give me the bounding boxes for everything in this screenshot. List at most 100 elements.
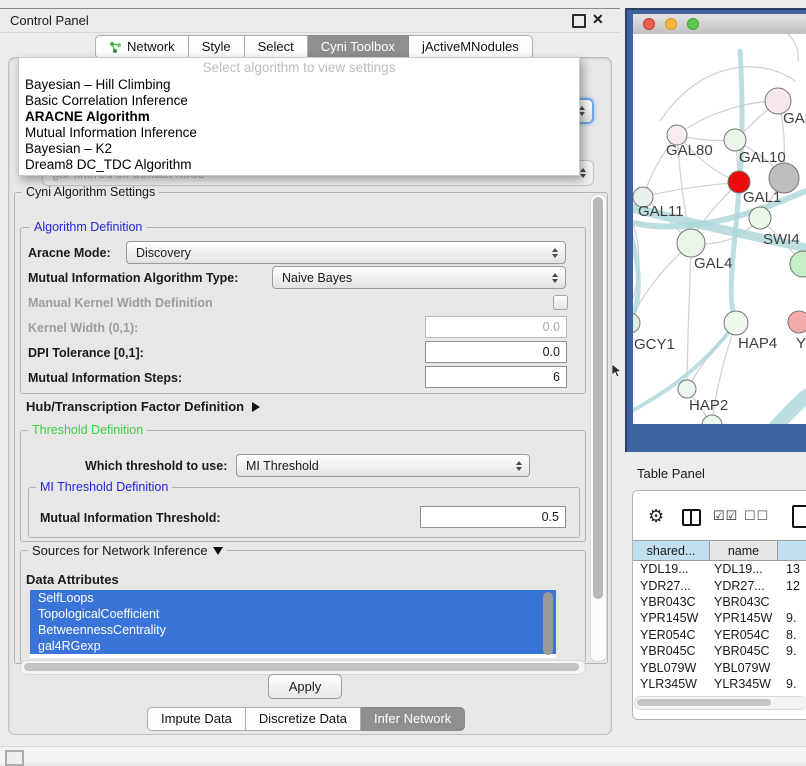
table-row[interactable]: YER054CYER054C8.	[633, 627, 806, 643]
table-row[interactable]: YLR345WYLR345W9.	[633, 676, 806, 692]
data-attribute-item[interactable]: BetweennessCentrality	[30, 622, 556, 638]
network-edge[interactable]	[677, 101, 778, 135]
tab-select[interactable]: Select	[245, 35, 308, 59]
network-canvas[interactable]: GALGAL80GAL10GAL1GAL11SWI4GAL4GCY1HAP4YH…	[633, 34, 806, 424]
minimize-traffic-icon[interactable]	[665, 18, 677, 30]
zoom-traffic-icon[interactable]	[687, 18, 699, 30]
algorithm-option[interactable]: Basic Correlation Inference	[19, 93, 579, 109]
table-row[interactable]: YBL079WYBL079W	[633, 659, 806, 675]
network-node-label: HAP4	[738, 335, 777, 352]
network-node[interactable]	[769, 163, 799, 193]
data-attributes-list[interactable]: SelfLoopsTopologicalCoefficientBetweenne…	[30, 590, 556, 658]
data-attribute-item[interactable]: SelfLoops	[30, 590, 556, 606]
mi-type-combo[interactable]: Naive Bayes	[272, 266, 566, 289]
algorithm-option[interactable]: ARACNE Algorithm	[19, 109, 579, 125]
algorithm-option[interactable]: Mutual Information Inference	[19, 125, 579, 141]
table-row[interactable]: YDR27...YDR27...12	[633, 577, 806, 593]
table-horizontal-scrollbar-thumb[interactable]	[637, 699, 771, 706]
algorithm-select-popup: Select algorithm to view settings Bayesi…	[18, 57, 580, 176]
sources-title-label: Sources for Network Inference	[32, 543, 208, 558]
dpi-tolerance-field[interactable]: 0.0	[425, 341, 567, 363]
settings-vertical-scrollbar-thumb[interactable]	[593, 197, 603, 599]
threshold-definition-title: Threshold Definition	[28, 423, 147, 437]
network-node-swi4[interactable]	[749, 207, 771, 229]
settings-horizontal-scrollbar[interactable]	[20, 660, 586, 675]
table-row[interactable]: YPR145WYPR145W9.	[633, 610, 806, 626]
network-node-label: GAL1	[743, 189, 781, 206]
network-edge[interactable]	[633, 243, 691, 323]
table-body[interactable]: YDL19...YDL19...13YDR27...YDR27...12YBR0…	[633, 561, 806, 695]
sources-title[interactable]: Sources for Network Inference	[28, 543, 227, 558]
network-window-titlebar[interactable]	[633, 14, 806, 35]
table-horizontal-scrollbar[interactable]	[634, 696, 806, 710]
settings-horizontal-scrollbar-thumb[interactable]	[24, 663, 579, 671]
network-node-gal4[interactable]	[677, 229, 705, 257]
settings-vertical-scrollbar[interactable]	[590, 194, 607, 662]
network-node-y[interactable]	[788, 311, 806, 333]
network-node-hap2[interactable]	[678, 380, 696, 398]
show-panel-icon[interactable]	[5, 750, 24, 766]
network-edge[interactable]	[770, 396, 806, 424]
network-node[interactable]	[702, 415, 722, 424]
algorithm-definition-title: Algorithm Definition	[30, 220, 146, 234]
table-cell: YER054C	[710, 628, 778, 642]
close-traffic-icon[interactable]	[643, 18, 655, 30]
apply-button[interactable]: Apply	[268, 674, 342, 699]
tab-infer-network[interactable]: Infer Network	[361, 707, 465, 731]
tab-discretize-data[interactable]: Discretize Data	[246, 707, 361, 731]
gear-icon[interactable]: ⚙	[648, 506, 664, 527]
network-edge[interactable]	[643, 182, 739, 197]
table-function-icon[interactable]	[792, 505, 806, 528]
network-edge[interactable]	[687, 243, 691, 389]
table-row[interactable]: YBR043CYBR043C	[633, 594, 806, 610]
attributes-scrollbar-thumb[interactable]	[543, 592, 553, 655]
network-node-gcy1[interactable]	[633, 313, 640, 333]
kernel-width-field[interactable]: 0.0	[425, 316, 567, 338]
table-cell: YDL19...	[633, 562, 710, 576]
table-cell: YIL052C	[710, 693, 778, 695]
network-node[interactable]	[790, 251, 806, 277]
table-cell: YBL079W	[633, 661, 710, 675]
table-column-header[interactable]: shared...	[633, 540, 710, 561]
float-window-icon[interactable]	[572, 14, 586, 28]
table-cell: YBR043C	[633, 595, 710, 609]
tab-style[interactable]: Style	[189, 35, 245, 59]
table-row[interactable]: YBR045CYBR045C9.	[633, 643, 806, 659]
table-cell: 9.	[778, 611, 806, 625]
table-row[interactable]: YIL052CYIL052C9	[633, 692, 806, 695]
mi-steps-field[interactable]: 6	[425, 366, 567, 388]
network-edge[interactable]	[788, 34, 798, 61]
mouse-cursor	[611, 363, 625, 379]
close-icon[interactable]: ✕	[592, 11, 604, 28]
data-attribute-item[interactable]: TopologicalCoefficient	[30, 606, 556, 622]
tab-impute-data[interactable]: Impute Data	[147, 707, 246, 731]
tab-cyni-toolbox[interactable]: Cyni Toolbox	[308, 35, 409, 59]
which-threshold-combo[interactable]: MI Threshold	[236, 454, 530, 477]
hub-tf-expander[interactable]: Hub/Transcription Factor Definition	[26, 399, 260, 414]
table-cell: 9	[778, 693, 806, 695]
tab-label: Infer Network	[374, 708, 451, 730]
network-node-gal10[interactable]	[724, 129, 746, 151]
table-row[interactable]: YDL19...YDL19...13	[633, 561, 806, 577]
network-node-hap4[interactable]	[724, 311, 748, 335]
table-cell: YDR27...	[633, 579, 710, 593]
which-threshold-label: Which threshold to use:	[85, 459, 227, 473]
algorithm-option[interactable]: Bayesian – K2	[19, 141, 579, 157]
tab-label: Network	[127, 36, 175, 58]
tab-label: jActiveMNodules	[422, 36, 519, 58]
manual-kernel-checkbox[interactable]	[553, 295, 568, 310]
tab-jactivemnodules[interactable]: jActiveMNodules	[409, 35, 533, 59]
table-column-header[interactable]: name	[710, 540, 778, 561]
algorithm-option[interactable]: Bayesian – Hill Climbing	[19, 77, 579, 93]
checked-boxes-icon[interactable]: ☑☑	[713, 508, 738, 524]
mi-threshold-field[interactable]: 0.5	[420, 506, 566, 528]
columns-icon[interactable]	[682, 509, 701, 526]
algorithm-option[interactable]: Dream8 DC_TDC Algorithm	[19, 157, 579, 173]
unchecked-boxes-icon[interactable]: ☐☐	[744, 508, 769, 524]
data-attribute-item[interactable]: gal4RGexp	[30, 638, 556, 654]
table-cell: YPR145W	[710, 611, 778, 625]
aracne-mode-combo[interactable]: Discovery	[126, 241, 566, 264]
aracne-mode-value: Discovery	[136, 246, 191, 260]
tab-network[interactable]: Network	[95, 35, 189, 59]
table-column-header[interactable]	[778, 540, 806, 561]
